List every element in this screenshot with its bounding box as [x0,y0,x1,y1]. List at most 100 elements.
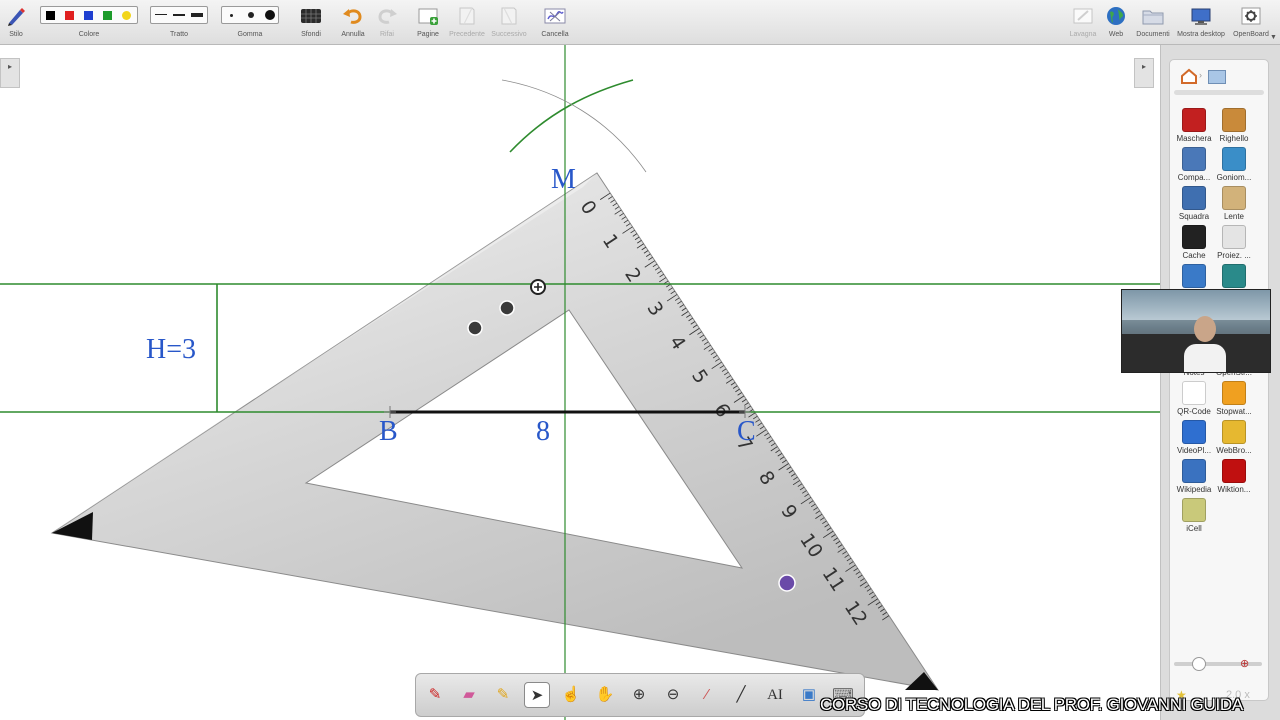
google-icon [1182,264,1206,288]
compass-icon [1182,147,1206,171]
presenter-shirt [1184,344,1226,372]
web-mode-button[interactable]: Web [1103,0,1129,44]
library-item[interactable]: Cache [1172,225,1216,260]
mask-icon [1182,108,1206,132]
color-green-swatch[interactable] [103,11,112,20]
drawing-layer: 0123456789101112 [0,45,1160,720]
openboard-menu-button[interactable]: OpenBoard [1229,0,1273,44]
monitor-icon [1191,8,1211,25]
line-tool-button[interactable]: ╱ [728,682,754,708]
eraser-medium-option[interactable] [248,12,254,18]
label-length: 8 [536,416,550,447]
set-square-rotate-icon [499,300,515,316]
show-desktop-button[interactable]: Mostra desktop [1173,0,1229,44]
projector-icon [1222,225,1246,249]
gear-icon [1241,7,1261,25]
stroke-thin-option[interactable] [155,14,167,15]
library-item[interactable]: Righello [1212,108,1256,143]
library-item[interactable]: Stopwat... [1212,381,1256,416]
library-item[interactable]: Proiez. ... [1212,225,1256,260]
undo-button[interactable]: Annulla [338,0,368,44]
eraser-small-option[interactable] [230,14,233,17]
interact-tool-button[interactable]: ☝ [558,682,584,708]
library-zoom-handle[interactable] [1192,657,1206,671]
library-item-label: Lente [1223,212,1245,221]
library-item[interactable]: Maschera [1172,108,1216,143]
left-panel-toggle[interactable]: ▸ [0,58,20,88]
browser-icon [1222,420,1246,444]
zoom-out-icon: ⊖ [666,686,680,703]
set-square-resize-icon [778,574,796,592]
cursor-arrow-icon: ➤ [530,687,544,704]
library-item[interactable]: iCell [1172,498,1216,533]
library-item[interactable]: Wiktion... [1212,459,1256,494]
icell-icon [1182,498,1206,522]
stroke-thick-option[interactable] [191,13,203,17]
compass-arc-grey [501,79,647,173]
color-group: Colore [40,0,138,44]
clear-page-button[interactable]: Cancella [538,0,572,44]
highlighter-tool-button[interactable]: ✎ [490,682,516,708]
library-item[interactable]: Squadra [1172,186,1216,221]
background-grid-icon [301,9,321,23]
library-zoom-icon[interactable]: ⊕ [1240,657,1249,670]
set-square-left-tip [52,512,93,540]
backgrounds-button[interactable]: Sfondi [296,0,326,44]
pages-button[interactable]: Pagine [413,0,443,44]
stroke-medium-option[interactable] [173,14,185,16]
library-item-label: Goniom... [1216,173,1252,182]
library-scrollbar[interactable] [1174,90,1264,95]
library-item-label: WebBro... [1216,446,1252,455]
line-icon: ╱ [736,686,746,703]
graph-icon [1222,264,1246,288]
capture-tool-button[interactable]: ▣ [796,682,822,708]
board-canvas[interactable]: 0 1 2 3 4 5 6 7 8 9 10 11 12 M H=3 B 8 C ▸ ▸ [0,45,1160,720]
color-yellow-swatch[interactable] [122,11,131,20]
color-blue-swatch[interactable] [84,11,93,20]
floating-tool-dock: ✎ ▰ ✎ ➤ ☝ ✋ ⊕ ⊖ ⁄ ╱ AI ▣ ⌨ [415,673,865,717]
library-item[interactable]: VideoPl... [1172,420,1216,455]
library-item[interactable]: Wikipedia [1172,459,1216,494]
eraser-size-selector [221,6,279,24]
hand-tool-button[interactable]: ✋ [592,682,618,708]
redo-button[interactable]: Rifai [372,0,402,44]
library-item[interactable]: Goniom... [1212,147,1256,182]
library-item-label: Proiez. ... [1217,251,1251,260]
library-item-label: Compa... [1177,173,1211,182]
library-home-icon[interactable] [1180,68,1198,89]
text-tool-button[interactable]: AI [762,682,788,708]
protractor-icon [1222,147,1246,171]
board-mode-button[interactable]: Lavagna [1066,0,1100,44]
undo-arrow-icon [343,9,362,24]
stroke-selector [150,6,208,24]
laser-pointer-button[interactable]: ⁄ [694,682,720,708]
right-panel-toggle[interactable]: ▸ [1134,58,1154,88]
qrcode-icon [1182,381,1206,405]
previous-page-icon [459,7,475,25]
eraser-tool-button[interactable]: ▰ [456,682,482,708]
library-folder-icon[interactable] [1208,70,1226,84]
library-item[interactable]: Compa... [1172,147,1216,182]
library-item[interactable]: Lente [1212,186,1256,221]
next-page-button[interactable]: Successivo [489,0,529,44]
style-button[interactable]: Stilo [2,0,30,44]
magnifier-icon [1222,186,1246,210]
library-container: › Maschera Righello Compa... Goniom... Squad… [1169,59,1269,701]
selector-tool-button[interactable]: ➤ [524,682,550,708]
set-square-draw-icon [467,320,483,336]
zoom-out-button[interactable]: ⊖ [660,682,686,708]
previous-page-button[interactable]: Precedente [448,0,486,44]
globe-icon [1107,7,1125,25]
library-item-label: Wikipedia [1176,485,1212,494]
color-black-swatch[interactable] [46,11,55,20]
pen-icon: ✎ [428,686,442,703]
eraser-large-option[interactable] [265,10,275,20]
pen-tool-button[interactable]: ✎ [422,682,448,708]
library-item[interactable]: QR-Code [1172,381,1216,416]
library-item[interactable]: WebBro... [1212,420,1256,455]
new-page-icon [418,8,438,25]
chevron-down-icon[interactable]: ▼ [1270,34,1277,41]
color-red-swatch[interactable] [65,11,74,20]
documents-button[interactable]: Documenti [1133,0,1173,44]
zoom-in-button[interactable]: ⊕ [626,682,652,708]
